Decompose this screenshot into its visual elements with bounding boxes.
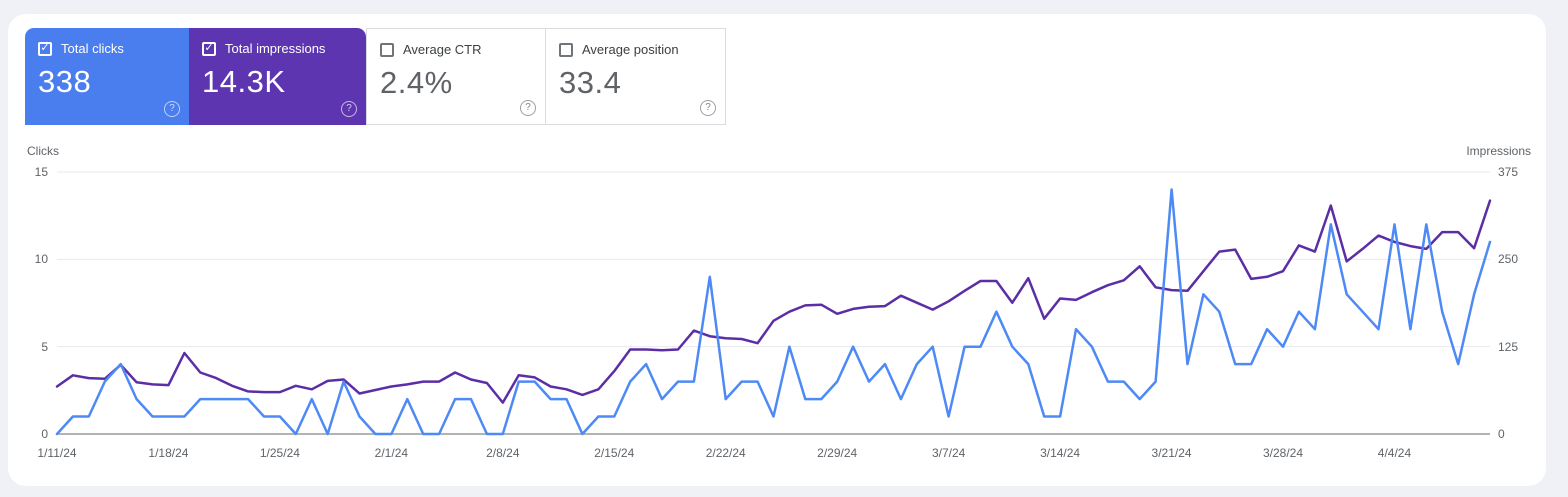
right-tick-250: 250 [1498,252,1519,267]
left-tick-15: 15 [34,165,48,179]
date-label-1-25-24: 1/25/24 [259,446,300,460]
left-tick-0: 0 [41,427,48,441]
right-tick-0: 0 [1498,427,1505,441]
date-label-4-4-24: 4/4/24 [1377,446,1412,460]
search-console-performance-page: { "page": { "background": "#eff1f7", "pa… [0,0,1568,497]
left-tick-5: 5 [41,339,48,354]
date-label-2-15-24: 2/15/24 [594,446,635,460]
date-label-1-11-24: 1/11/24 [37,446,77,460]
date-label-3-14-24: 3/14/24 [1040,446,1081,460]
date-label-3-21-24: 3/21/24 [1151,446,1192,460]
date-label-3-7-24: 3/7/24 [931,446,966,460]
right-tick-125: 125 [1498,339,1519,354]
performance-panel: ✓ Total clicks 338? ✓ Total impressions 14.3K… [8,14,1546,486]
chart-plot-area[interactable] [57,172,1490,434]
date-label-3-28-24: 3/28/24 [1262,446,1304,460]
date-label-2-1-24: 2/1/24 [374,446,409,460]
right-tick-375: 375 [1498,165,1519,179]
left-tick-10: 10 [34,252,48,267]
date-label-2-29-24: 2/29/24 [817,446,858,460]
date-label-2-8-24: 2/8/24 [486,446,520,460]
date-label-2-22-24: 2/22/24 [705,446,746,460]
date-label-1-18-24: 1/18/24 [148,446,189,460]
